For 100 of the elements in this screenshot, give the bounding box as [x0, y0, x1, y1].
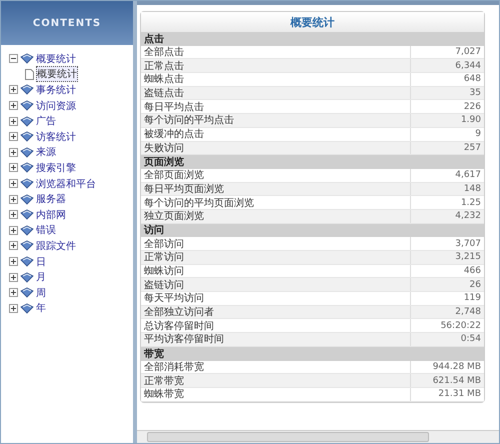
- section-heading: 页面浏览: [141, 155, 484, 169]
- stat-value: 226: [410, 100, 484, 114]
- tree-item[interactable]: 错误: [36, 223, 56, 238]
- page-icon: [25, 68, 34, 80]
- book-icon: [20, 84, 34, 96]
- stat-value: 2,748: [410, 306, 484, 318]
- stat-value: 944.28 MB: [410, 360, 484, 374]
- book-icon: [20, 178, 34, 190]
- tree-item[interactable]: 概要统计: [36, 66, 78, 82]
- stat-value: 4,232: [410, 210, 484, 223]
- section-heading: 带宽: [141, 346, 484, 360]
- stat-label: 被缓冲的点击: [143, 128, 205, 140]
- tree-item[interactable]: 来源: [36, 145, 56, 160]
- plus-icon[interactable]: [9, 194, 18, 204]
- stat-value: 148: [410, 182, 484, 196]
- book-icon: [20, 256, 34, 268]
- stat-label: 每日平均点击: [143, 100, 205, 114]
- tree-item[interactable]: 跟踪文件: [36, 238, 76, 253]
- plus-icon[interactable]: [9, 304, 18, 313]
- tree-item[interactable]: 月: [36, 270, 46, 284]
- stat-label: 正常点击: [143, 60, 185, 72]
- plus-icon[interactable]: [9, 288, 18, 298]
- stat-label: 每个访问的平均页面浏览: [143, 196, 255, 209]
- stat-label: 总访客停留时间: [143, 320, 215, 332]
- stat-label: 蜘蛛带宽: [143, 388, 185, 401]
- stat-label: 蜘蛛访问: [143, 264, 185, 278]
- book-icon: [20, 131, 34, 142]
- plus-icon[interactable]: [9, 257, 18, 266]
- tree-item[interactable]: 搜索引擎: [36, 160, 76, 175]
- tree-item[interactable]: 服务器: [36, 192, 66, 206]
- stat-label: 正常访问: [143, 251, 185, 264]
- stat-label: 全部独立访问者: [143, 306, 215, 318]
- plus-icon[interactable]: [9, 210, 18, 220]
- book-icon: [20, 116, 34, 127]
- stat-value: 3,707: [410, 237, 484, 250]
- stat-value: 56:20:22: [410, 319, 484, 332]
- stat-label: 蜘蛛点击: [143, 73, 185, 86]
- section-heading: 点击: [141, 32, 484, 46]
- tree-item[interactable]: 周: [36, 286, 46, 300]
- book-icon: [20, 209, 34, 220]
- plus-icon[interactable]: [9, 132, 18, 142]
- stat-label: 全部访问: [143, 238, 185, 250]
- tree-item[interactable]: 访问资源: [36, 98, 76, 113]
- stat-label: 全部点击: [143, 46, 185, 58]
- stat-label: 盗链点击: [143, 86, 185, 100]
- stat-value: 1.90: [410, 114, 484, 127]
- tree-item[interactable]: 日: [36, 254, 46, 269]
- plus-icon[interactable]: [9, 163, 18, 172]
- stat-value: 466: [410, 264, 484, 278]
- stat-label: 每天平均访问: [143, 292, 205, 305]
- stat-label: 全部页面浏览: [143, 168, 205, 182]
- plus-icon[interactable]: [9, 85, 18, 94]
- contents-header: CONTENTS: [1, 1, 133, 45]
- stat-label: 每日平均页面浏览: [143, 182, 225, 196]
- stat-label: 平均访客停留时间: [143, 333, 225, 346]
- stat-label: 失败访问: [143, 142, 185, 154]
- book-icon: [20, 240, 34, 252]
- plus-icon[interactable]: [9, 226, 18, 235]
- tree-item[interactable]: 内部网: [36, 208, 66, 222]
- stat-value: 35: [410, 86, 484, 100]
- book-icon: [20, 146, 34, 158]
- book-icon: [20, 194, 34, 205]
- tree-item[interactable]: 年: [36, 301, 46, 316]
- stat-value: 21.31 MB: [410, 388, 484, 401]
- book-icon: [20, 302, 34, 314]
- minus-icon[interactable]: [9, 54, 18, 64]
- stat-label: 独立页面浏览: [143, 210, 205, 223]
- scrollbar-thumb[interactable]: [147, 432, 429, 442]
- tree-item[interactable]: 广告: [36, 114, 56, 128]
- stat-label: 正常带宽: [143, 374, 185, 387]
- stat-value: 648: [410, 73, 484, 86]
- book-icon: [20, 100, 34, 112]
- tree-item[interactable]: 浏览器和平台: [36, 176, 96, 191]
- book-icon: [20, 162, 34, 174]
- stat-value: 119: [410, 292, 484, 305]
- stat-value: 6,344: [410, 59, 484, 72]
- book-icon: [20, 272, 34, 283]
- stat-value: 4,617: [410, 168, 484, 182]
- stat-label: 每个访问的平均点击: [143, 114, 235, 127]
- stat-value: 0:54: [410, 333, 484, 346]
- stat-value: 7,027: [410, 46, 484, 58]
- plus-icon[interactable]: [9, 272, 18, 282]
- plus-icon[interactable]: [9, 241, 18, 250]
- plus-icon[interactable]: [9, 116, 18, 126]
- stat-value: 3,215: [410, 251, 484, 264]
- book-icon: [20, 287, 34, 298]
- tree-item[interactable]: 事务统计: [36, 82, 76, 97]
- horizontal-scrollbar[interactable]: [137, 430, 499, 443]
- stat-value: 621.54 MB: [410, 374, 484, 387]
- plus-icon[interactable]: [9, 101, 18, 110]
- section-heading: 访问: [141, 224, 484, 238]
- report-title: 概要统计: [141, 12, 484, 32]
- stat-value: 257: [410, 142, 484, 154]
- stat-value: 9: [410, 128, 484, 140]
- book-icon: [20, 224, 34, 236]
- stat-label: 盗链访问: [143, 278, 184, 292]
- plus-icon[interactable]: [9, 179, 18, 188]
- tree-item[interactable]: 访客统计: [36, 130, 76, 144]
- tree-item[interactable]: 概要统计: [36, 52, 76, 66]
- plus-icon[interactable]: [9, 148, 18, 157]
